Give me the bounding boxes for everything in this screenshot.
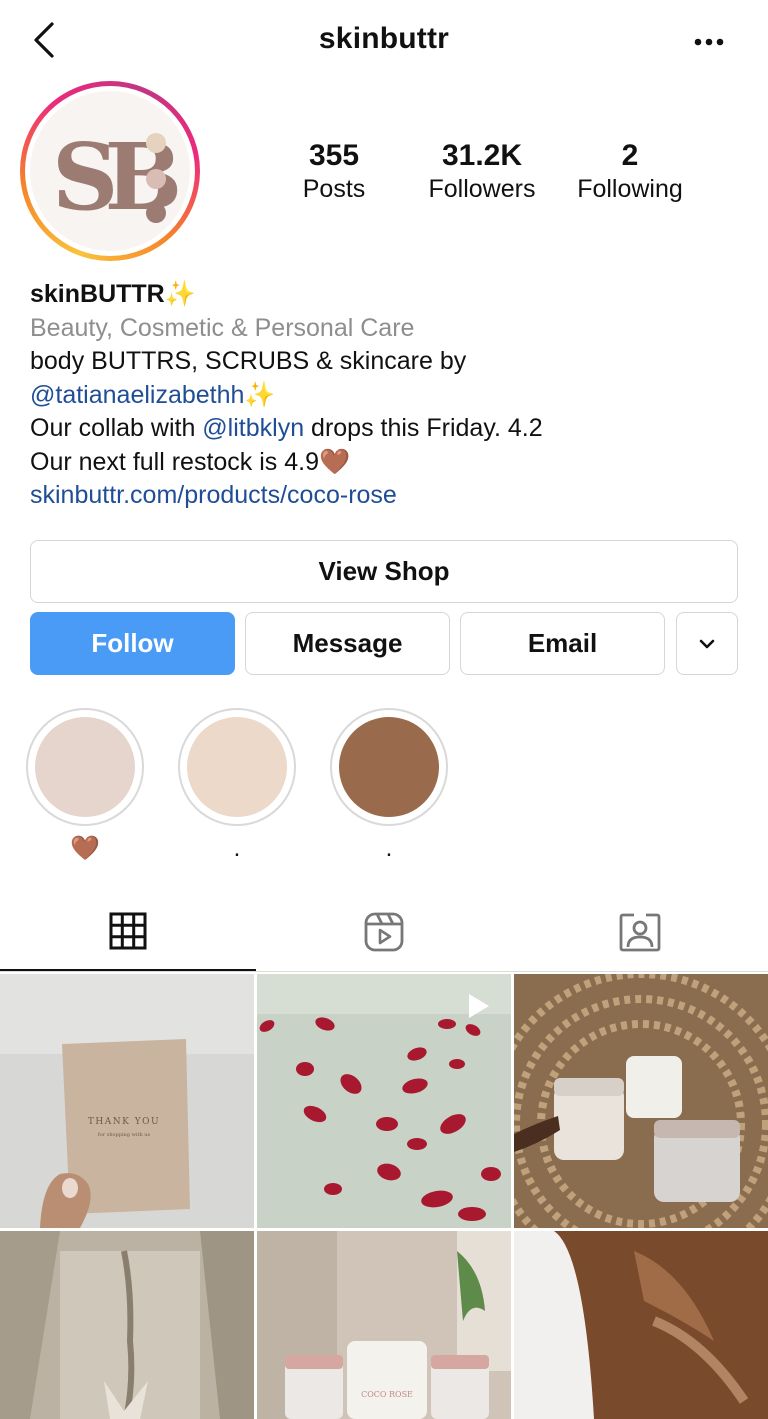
bio-name-line: skinBUTTR✨ [30,278,750,312]
highlight-label: . [385,835,393,862]
suggestions-dropdown-button[interactable] [676,612,738,675]
more-options-icon[interactable] [690,30,730,54]
tab-posts-grid[interactable] [0,893,256,971]
bio-restock-line: Our next full restock is 4.9🤎 [30,446,750,480]
bio-line: body BUTTRS, SCRUBS & skincare by [30,347,467,375]
top-bar: skinbuttr [0,0,768,82]
post-thumbnail[interactable]: THANK YOU for shopping with us [0,974,254,1228]
followers-value: 31.2K [441,139,523,172]
tab-divider [0,971,768,972]
post-thumbnail[interactable] [514,1231,768,1419]
post-image [514,974,768,1228]
sparkle-icon: ✨ [164,280,196,308]
post-thumbnail[interactable] [514,974,768,1228]
post-image [257,974,511,1228]
follow-button[interactable]: Follow [30,612,235,675]
bio-mention-line: @tatianaelizabethh✨ [30,379,750,413]
following-label: Following [577,175,683,203]
following-count[interactable]: 2 Following [566,138,694,204]
highlight-cover [339,717,439,817]
post-image [514,1231,768,1419]
post-image: THANK YOU for shopping with us [0,974,254,1228]
highlight-cover [35,717,135,817]
followers-count[interactable]: 31.2K Followers [412,138,552,204]
story-highlight[interactable]: . [330,708,448,864]
message-button[interactable]: Message [245,612,450,675]
tab-reels[interactable] [256,893,512,971]
mention-link[interactable]: @litbklyn [202,414,304,442]
post-image [0,1231,254,1419]
mention-link[interactable]: @tatianaelizabethh [30,381,244,409]
post-thumbnail[interactable] [257,974,511,1228]
story-highlight[interactable]: 🤎 [26,708,144,864]
followers-label: Followers [428,175,536,203]
bio-text: Our collab with [30,414,203,442]
profile-bio: skinBUTTR✨ Beauty, Cosmetic & Personal C… [30,278,750,513]
bio-collab-line: Our collab with @litbklyn drops this Fri… [30,412,750,446]
highlight-label: 🤎 [70,835,100,862]
story-ring[interactable]: SB [20,81,200,261]
avatar: SB [30,91,190,251]
profile-username: skinbuttr [318,22,450,55]
profile-category: Beauty, Cosmetic & Personal Care [30,313,415,342]
profile-tabs [0,893,768,973]
posts-label: Posts [302,175,366,203]
product-label: COCO ROSE [361,1390,413,1399]
posts-count[interactable]: 355 Posts [284,138,384,204]
chevron-down-icon [699,639,715,648]
posts-grid: THANK YOU for shopping with us COCO ROSE [0,974,768,1419]
post-thumbnail[interactable] [0,1231,254,1419]
story-highlight[interactable]: . [178,708,296,864]
email-button[interactable]: Email [460,612,665,675]
tagged-person-icon [619,913,661,952]
highlight-cover [187,717,287,817]
bio-text: Our next full restock is 4.9 [30,447,320,476]
brand-logo: SB [52,123,190,231]
bio-text: drops this Friday. 4.2 [304,414,543,442]
post-thumbnail[interactable]: COCO ROSE [257,1231,511,1419]
posts-value: 355 [308,139,360,172]
post-image: COCO ROSE [257,1231,511,1419]
brown-heart-icon: 🤎 [319,447,351,476]
following-value: 2 [621,139,639,172]
grid-icon [109,912,147,950]
website-link[interactable]: skinbuttr.com/products/coco-rose [30,479,750,513]
tab-tagged[interactable] [512,893,768,971]
display-name: skinBUTTR [30,280,165,308]
card-subtitle: for shopping with us [98,1132,151,1138]
highlight-label: . [233,835,241,862]
reels-icon [364,912,404,952]
sparkle-icon: ✨ [244,380,276,409]
card-title: THANK YOU [88,1117,160,1127]
view-shop-button[interactable]: View Shop [30,540,738,603]
